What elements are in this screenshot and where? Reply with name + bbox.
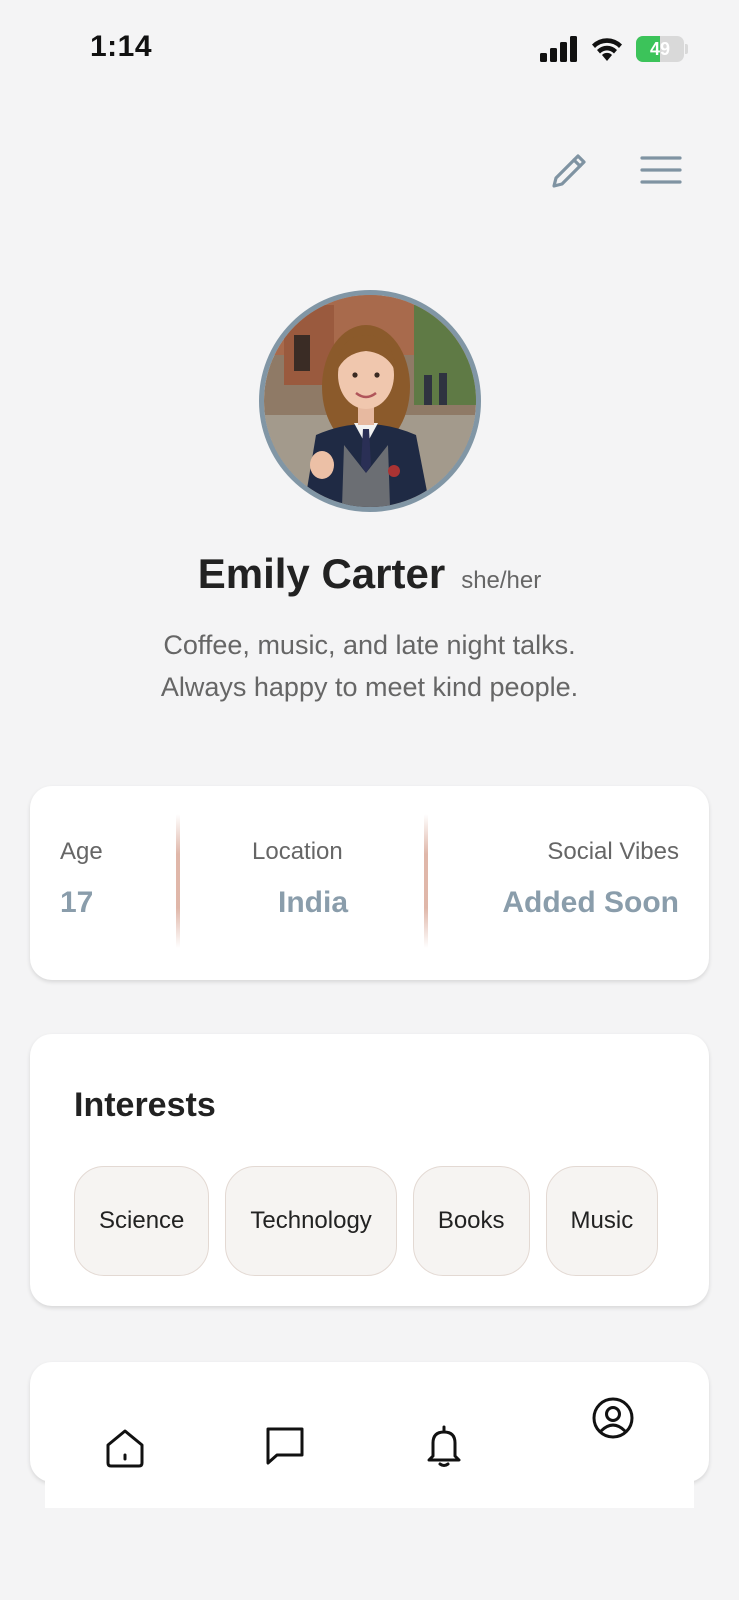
profile-bio: Coffee, music, and late night talks. Alw… [60, 624, 679, 708]
nav-home[interactable] [95, 1418, 155, 1478]
home-icon [106, 1429, 144, 1468]
info-divider [424, 814, 428, 948]
interest-chip[interactable]: Books [412, 1166, 530, 1276]
age-value: 17 [60, 886, 94, 919]
bio-line: Coffee, music, and late night talks. [163, 630, 576, 660]
pencil-icon [552, 154, 586, 188]
bio-line: Always happy to meet kind people. [160, 672, 579, 702]
menu-button[interactable] [636, 146, 686, 194]
social-vibes-value: Added Soon [502, 886, 679, 919]
avatar[interactable] [259, 290, 481, 512]
status-bar: 1:14 49 [0, 0, 739, 100]
interests-scroll[interactable]: Science Technology Books Music [74, 1164, 665, 1278]
battery-percent: 49 [649, 39, 671, 59]
interest-chip[interactable]: Science [74, 1166, 210, 1276]
nav-profile[interactable] [575, 1380, 651, 1456]
cellular-signal-icon [540, 36, 577, 62]
bottom-navigation [45, 1380, 694, 1508]
profile-name-row: Emily Carter she/her [0, 550, 739, 598]
profile-icon [592, 1397, 634, 1439]
nav-notifications[interactable] [414, 1416, 474, 1476]
age-label: Age [60, 838, 103, 865]
location-value: India [278, 886, 349, 919]
edit-profile-button[interactable] [546, 146, 594, 194]
interests-title: Interests [74, 1086, 216, 1124]
status-time: 1:14 [90, 30, 153, 63]
nav-chat[interactable] [255, 1416, 315, 1476]
hamburger-menu-icon [640, 156, 682, 184]
interests-card: Interests Science Technology Books Music [30, 1034, 709, 1306]
social-vibes-label: Social Vibes [547, 838, 679, 865]
bell-icon [427, 1425, 461, 1467]
info-card: Age 17 Location India Social Vibes Added… [30, 786, 709, 980]
interest-chip[interactable]: Technology [225, 1166, 397, 1276]
info-divider [176, 814, 180, 948]
wifi-icon [592, 38, 622, 61]
profile-name: Emily Carter [197, 550, 446, 597]
interest-chip[interactable]: Music [545, 1166, 659, 1276]
location-label: Location [252, 838, 343, 865]
profile-pronouns: she/her [461, 567, 542, 594]
battery-icon: 49 [636, 36, 688, 62]
chat-icon [266, 1427, 304, 1465]
